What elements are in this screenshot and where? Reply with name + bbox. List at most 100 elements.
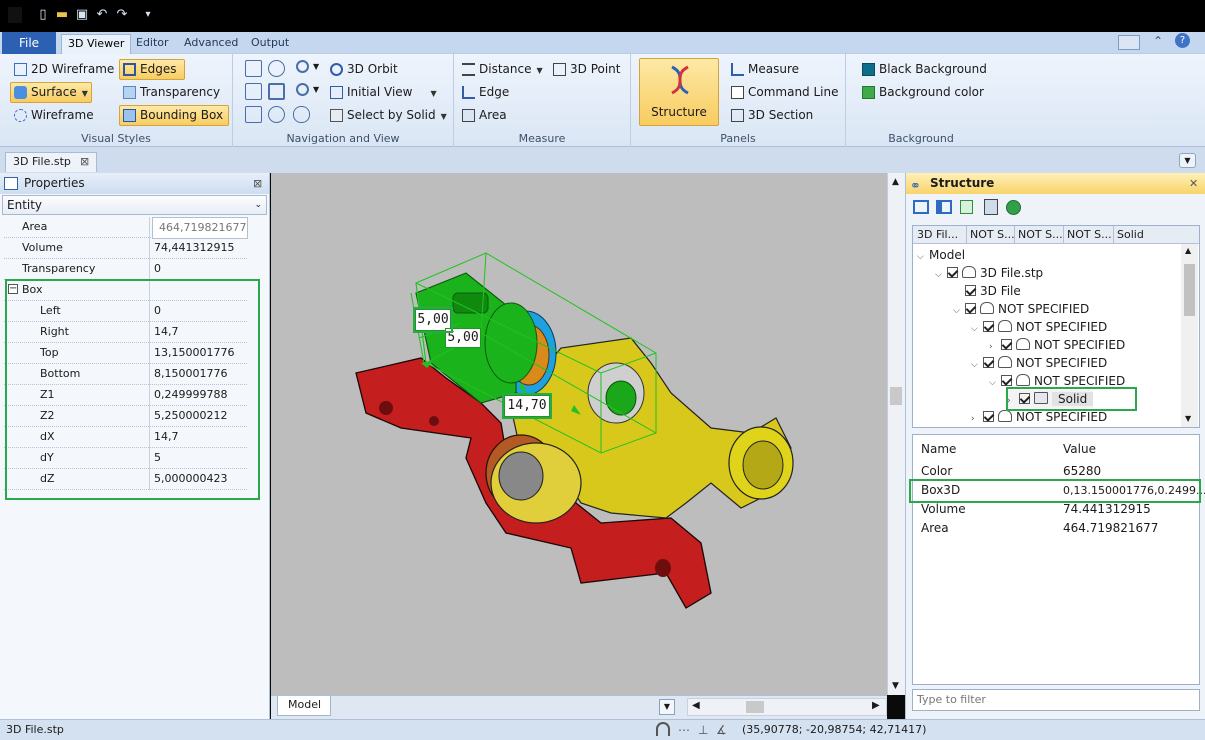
- chevron-down-icon[interactable]: ⌵: [971, 356, 983, 374]
- customize-toolbar-icon[interactable]: ▾: [141, 7, 155, 23]
- help-icon[interactable]: ?: [1175, 33, 1190, 48]
- checkbox[interactable]: [1001, 339, 1012, 350]
- 3d-section-button[interactable]: 3D Section: [727, 105, 814, 126]
- close-icon[interactable]: ⊠: [253, 173, 262, 194]
- undo-icon[interactable]: ↶: [95, 7, 109, 23]
- style-switch-icon[interactable]: [1118, 35, 1140, 50]
- tree-node[interactable]: ⌵ NOT SPECIFIED: [971, 318, 1107, 336]
- measure-panel-button[interactable]: Measure: [727, 59, 800, 80]
- hand-icon[interactable]: [293, 106, 310, 123]
- globe-settings-icon[interactable]: [1006, 200, 1021, 215]
- 3d-model-render[interactable]: [271, 173, 887, 695]
- tab-advanced[interactable]: Advanced: [178, 34, 244, 54]
- document-tab[interactable]: 3D File.stp ⊠: [5, 152, 97, 172]
- new-file-icon[interactable]: ▯: [36, 7, 50, 23]
- tree-node[interactable]: ⌵ Model: [917, 246, 965, 264]
- column-header[interactable]: NOT S...: [1014, 226, 1063, 243]
- distance-button[interactable]: Distance ▼: [458, 59, 544, 80]
- chevron-right-icon[interactable]: ▶: [872, 700, 880, 711]
- filter-input[interactable]: Type to filter: [912, 689, 1200, 711]
- chevron-down-icon[interactable]: ⌵: [935, 266, 947, 284]
- column-header[interactable]: NOT S...: [1063, 226, 1112, 243]
- grid-row[interactable]: Area 464.719821677: [913, 519, 1199, 538]
- chevron-left-icon[interactable]: ◀: [692, 700, 700, 711]
- export-icon[interactable]: [984, 199, 998, 215]
- transparency-button[interactable]: Transparency: [119, 82, 221, 103]
- chevron-up-icon[interactable]: ▲: [892, 177, 899, 187]
- 3d-point-button[interactable]: 3D Point: [549, 59, 621, 80]
- rotate-icon[interactable]: [245, 106, 262, 123]
- 3d-viewport[interactable]: 5,00 5,00 14,70: [271, 173, 887, 695]
- edges-button[interactable]: Edges: [119, 59, 185, 80]
- checkbox[interactable]: [983, 357, 994, 368]
- surface-button[interactable]: Surface ▼: [10, 82, 92, 103]
- zoom-region-icon[interactable]: [268, 60, 285, 77]
- checkbox[interactable]: [983, 321, 994, 332]
- viewport-horizontal-scrollbar[interactable]: ◀ ▶: [687, 698, 887, 716]
- scrollbar-thumb[interactable]: [746, 701, 764, 713]
- close-icon[interactable]: ✕: [1189, 173, 1198, 194]
- wireframe-button[interactable]: Wireframe: [10, 105, 95, 126]
- zoom-extents-icon[interactable]: [268, 83, 285, 100]
- viewport-vertical-scrollbar[interactable]: ▲ ▼: [887, 173, 905, 695]
- chevron-down-icon[interactable]: ⌵: [989, 374, 1001, 392]
- chevron-down-icon[interactable]: ⌵: [971, 320, 983, 338]
- checkbox[interactable]: [947, 267, 958, 278]
- column-header[interactable]: NOT S...: [966, 226, 1015, 243]
- scrollbar-thumb[interactable]: [890, 387, 902, 405]
- column-header[interactable]: Solid: [1113, 226, 1144, 243]
- chevron-down-icon[interactable]: ▼: [659, 699, 675, 715]
- chevron-down-icon[interactable]: ⌵: [953, 302, 965, 320]
- ortho-icon[interactable]: ⊥: [698, 720, 708, 740]
- tree-node[interactable]: › NOT SPECIFIED: [989, 336, 1125, 354]
- tree-node[interactable]: ⌵ 3D File.stp: [935, 264, 1043, 282]
- polar-icon[interactable]: ∡: [716, 720, 727, 740]
- chevron-down-icon[interactable]: ▼: [313, 85, 319, 94]
- 2d-wireframe-button[interactable]: 2D Wireframe: [10, 59, 115, 80]
- tab-editor[interactable]: Editor: [130, 34, 175, 54]
- area-value[interactable]: 464,719821677: [152, 217, 248, 239]
- chevron-up-icon[interactable]: ▲: [1185, 246, 1191, 255]
- property-row[interactable]: Transparency 0: [4, 259, 247, 280]
- entity-properties-grid[interactable]: Name Value Color 65280 Box3D 0,13.150001776…: [909, 434, 1205, 685]
- snap-magnet-icon[interactable]: [656, 722, 670, 736]
- chevron-right-icon[interactable]: ›: [971, 410, 983, 428]
- redo-icon[interactable]: ↷: [115, 7, 129, 23]
- area-button[interactable]: Area: [458, 105, 508, 126]
- checkbox[interactable]: [1001, 375, 1012, 386]
- tree-scrollbar[interactable]: ▲ ▼: [1181, 244, 1198, 427]
- scrollbar-thumb[interactable]: [1184, 264, 1195, 316]
- pan-icon[interactable]: [245, 83, 262, 100]
- checkbox[interactable]: [965, 303, 976, 314]
- tab-output[interactable]: Output: [245, 34, 295, 54]
- chevron-down-icon[interactable]: ▼: [1185, 414, 1191, 423]
- background-color-button[interactable]: Background color: [858, 82, 985, 103]
- command-line-button[interactable]: Command Line: [727, 82, 840, 103]
- grid-icon[interactable]: ⋯: [678, 720, 690, 740]
- structure-button[interactable]: Structure: [639, 58, 719, 126]
- zoom-in-icon[interactable]: [296, 60, 309, 73]
- checkbox[interactable]: [983, 411, 994, 422]
- tree-node[interactable]: ⌵ NOT SPECIFIED: [953, 300, 1089, 318]
- close-icon[interactable]: ⊠: [80, 153, 89, 171]
- select-by-solid-button[interactable]: Select by Solid ▼: [326, 105, 448, 126]
- minimize-ribbon-icon[interactable]: ⌃: [1153, 34, 1163, 48]
- initial-view-button[interactable]: Initial View ▼: [326, 82, 438, 103]
- tab-3d-viewer[interactable]: 3D Viewer: [61, 34, 132, 54]
- fit-icon[interactable]: [268, 106, 285, 123]
- checkbox[interactable]: [965, 285, 976, 296]
- chevron-down-icon[interactable]: ⌵: [917, 248, 929, 266]
- tree-node[interactable]: ⌵ NOT SPECIFIED: [971, 354, 1107, 372]
- file-menu-button[interactable]: File: [2, 32, 56, 54]
- tree-node[interactable]: 3D File: [965, 282, 1021, 300]
- split-view-icon[interactable]: [936, 200, 952, 214]
- column-header[interactable]: 3D Fil...: [917, 226, 958, 243]
- chevron-down-icon[interactable]: ▼: [313, 62, 319, 71]
- refresh-icon[interactable]: [960, 200, 973, 214]
- model-tab[interactable]: Model: [277, 696, 331, 716]
- zoom-window-icon[interactable]: [245, 60, 262, 77]
- expand-all-icon[interactable]: [913, 200, 929, 214]
- bounding-box-button[interactable]: Bounding Box: [119, 105, 229, 126]
- property-row[interactable]: Volume 74,441312915: [4, 238, 247, 259]
- chevron-down-icon[interactable]: ▼: [892, 681, 899, 691]
